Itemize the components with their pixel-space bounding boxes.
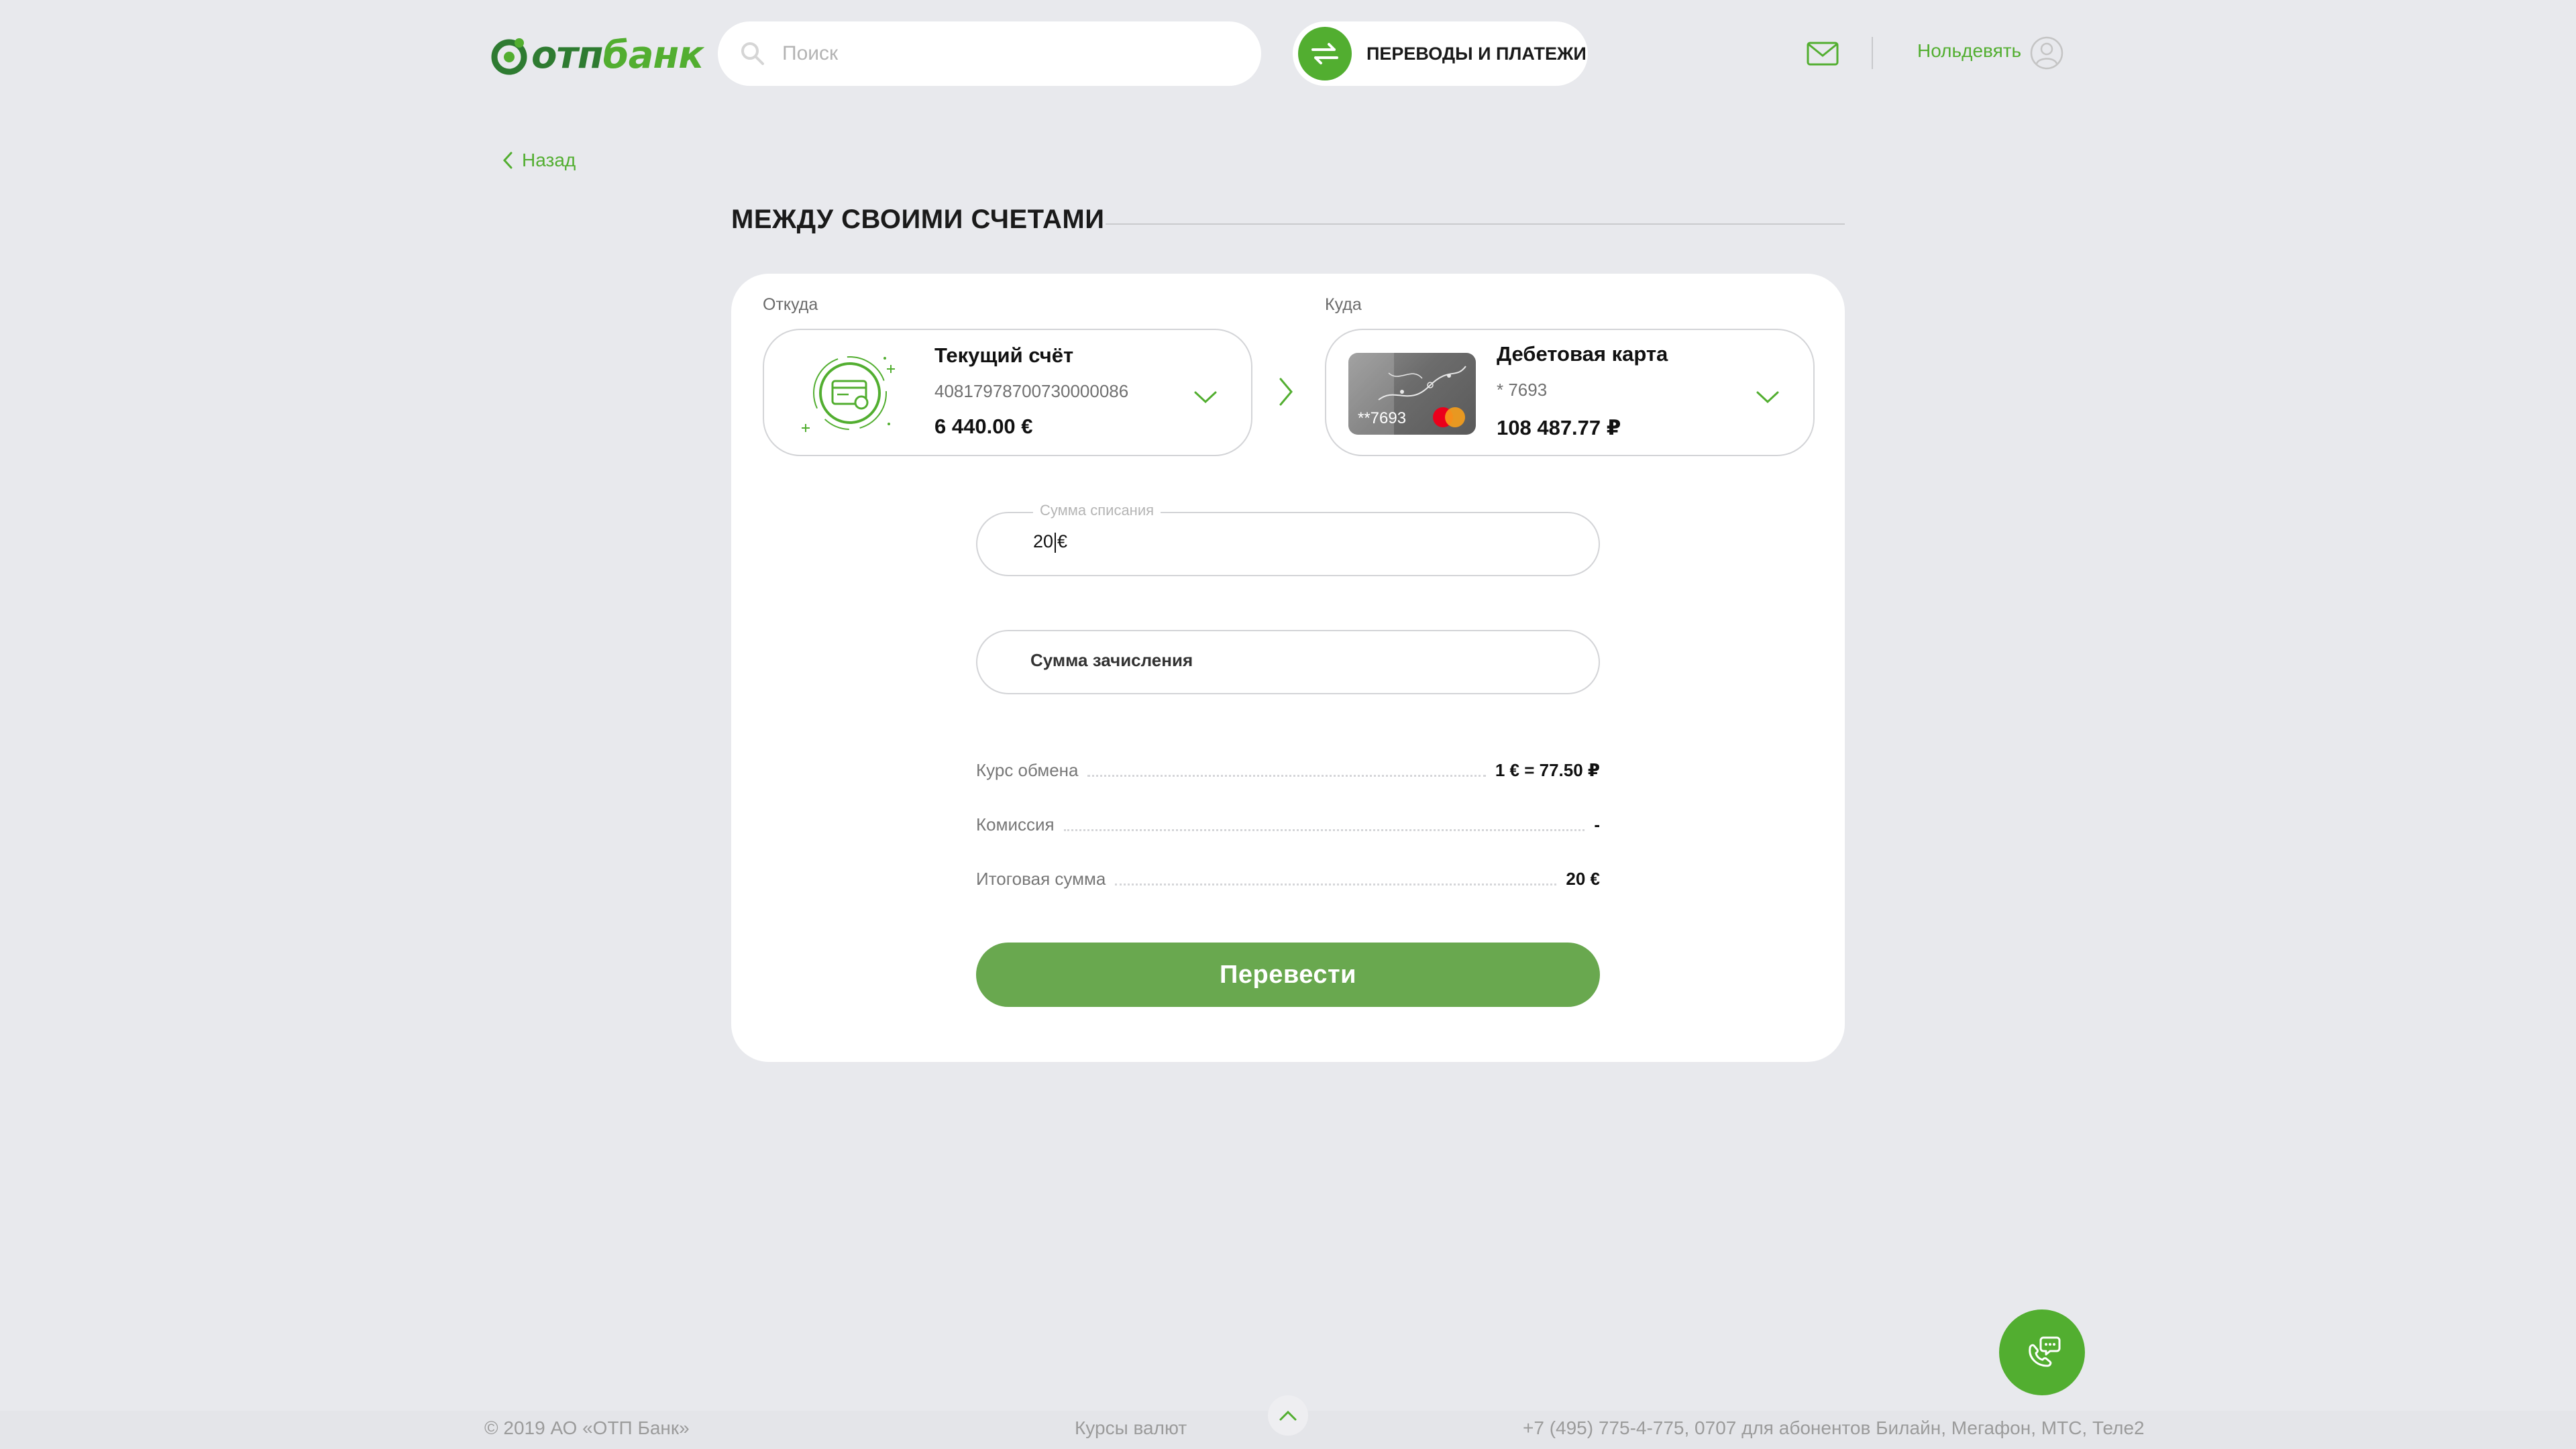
from-account-title: Текущий счёт xyxy=(934,343,1074,367)
back-link[interactable]: Назад xyxy=(502,150,576,171)
total-value: 20 € xyxy=(1566,869,1600,889)
from-account-balance: 6 440.00 € xyxy=(934,415,1033,438)
mastercard-logo-icon xyxy=(1433,407,1465,427)
chevron-up-icon xyxy=(1279,1410,1297,1421)
to-account-number: * 7693 xyxy=(1497,380,1548,400)
scroll-top-button[interactable] xyxy=(1268,1395,1308,1436)
currency-rates-link[interactable]: Курсы валют xyxy=(1075,1417,1187,1439)
total-label: Итоговая сумма xyxy=(976,869,1106,889)
commission-label: Комиссия xyxy=(976,814,1055,835)
page-title: МЕЖДУ СВОИМИ СЧЕТАМИ xyxy=(731,205,1105,234)
title-divider xyxy=(1106,223,1845,225)
commission-value: - xyxy=(1594,814,1600,835)
search-icon xyxy=(741,42,764,65)
total-row: Итоговая сумма 20 € xyxy=(976,863,1600,890)
chevron-left-icon xyxy=(502,152,513,169)
commission-row: Комиссия - xyxy=(976,808,1600,835)
user-avatar-icon[interactable] xyxy=(2030,36,2063,70)
chevron-down-icon[interactable] xyxy=(1194,390,1217,404)
search-input[interactable]: Поиск xyxy=(718,21,1261,86)
transfer-submit-button[interactable]: Перевести xyxy=(976,943,1600,1007)
debit-amount-label: Сумма списания xyxy=(1033,502,1161,519)
back-label: Назад xyxy=(522,150,576,170)
card-number-label: **7693 xyxy=(1358,409,1407,427)
user-name-link[interactable]: Нольдевять xyxy=(1917,40,2021,62)
footer-contacts: +7 (495) 775-4-775, 0707 для абонентов Б… xyxy=(1523,1417,2145,1438)
to-account-title: Дебетовая карта xyxy=(1497,342,1668,366)
transfers-payments-button[interactable]: ПЕРЕВОДЫ И ПЛАТЕЖИ xyxy=(1293,21,1588,86)
debit-amount-input[interactable] xyxy=(976,512,1600,576)
exchange-rate-row: Курс обмена 1 € = 77.50 ₽ xyxy=(976,754,1600,781)
support-chat-button[interactable] xyxy=(1999,1309,2085,1395)
chevron-down-icon[interactable] xyxy=(1756,390,1779,404)
to-account-balance: 108 487.77 ₽ xyxy=(1497,416,1621,439)
exchange-rate-value: 1 € = 77.50 ₽ xyxy=(1495,760,1600,780)
transfer-arrows-icon xyxy=(1298,27,1352,80)
header-divider xyxy=(1872,37,1873,69)
credit-amount-placeholder: Сумма зачисления xyxy=(1030,650,1193,670)
debit-card-image: **7693 xyxy=(1348,353,1476,435)
otp-logo-icon xyxy=(491,38,527,74)
transfers-label: ПЕРЕВОДЫ И ПЛАТЕЖИ xyxy=(1366,43,1587,64)
footer-copyright: © 2019 АО «ОТП Банк» xyxy=(484,1417,690,1438)
exchange-rate-label: Курс обмена xyxy=(976,760,1079,780)
search-placeholder: Поиск xyxy=(782,42,839,64)
from-account-number: 40817978700730000086 xyxy=(934,381,1129,401)
phone-chat-icon xyxy=(2029,1336,2061,1367)
from-caption: Откуда xyxy=(763,295,818,314)
otp-bank-logo[interactable]: отпбанк xyxy=(490,34,704,77)
chevron-right-icon xyxy=(1279,378,1293,406)
debit-amount-value: 20 € xyxy=(1033,531,1068,553)
to-caption: Куда xyxy=(1325,295,1362,314)
current-account-icon xyxy=(802,356,895,432)
mail-icon[interactable] xyxy=(1807,42,1839,66)
